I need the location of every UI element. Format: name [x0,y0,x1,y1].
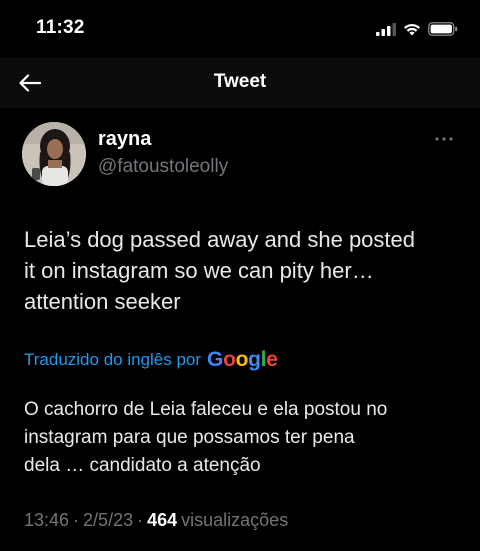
author-handle[interactable]: @fatoustoleolly [98,156,228,178]
meta-separator: · [73,510,80,530]
google-logo-o2: o [235,348,249,371]
cellular-signal-icon [376,22,396,36]
avatar[interactable] [22,122,86,186]
tweet-date[interactable]: 2/5/23 [83,510,133,531]
views-label: visualizações [181,510,289,530]
google-logo-g1: G [207,348,224,371]
translation-attribution[interactable]: Traduzido do inglês por Google [24,348,278,372]
battery-icon [428,22,458,36]
status-bar: 11:32 [0,0,480,58]
views-count: 464 [147,510,178,530]
translated-text: O cachorro de Leia faleceu e ela postou … [24,399,388,476]
tweet: rayna @fatoustoleolly Leia’s dog passed … [0,108,480,551]
navigation-bar: Tweet [0,58,480,108]
tweet-text: Leia’s dog passed away and she posted it… [24,227,415,314]
more-dots-icon [435,137,453,141]
google-logo: Google [207,348,278,372]
author-display-name[interactable]: rayna [98,128,151,151]
status-time: 11:32 [36,17,85,38]
avatar-image [22,122,86,186]
google-logo-o1: o [223,348,236,371]
status-icons [376,20,458,38]
google-logo-e: e [266,348,278,371]
page-title: Tweet [213,71,267,92]
meta-separator: · [137,510,144,530]
wifi-icon [404,23,420,35]
google-logo-g2: g [248,348,261,371]
translation-label: Traduzido do inglês por [24,350,202,369]
tweet-metadata: 13:46 · 2/5/23 · 464 visualizações [24,510,288,531]
more-options-button[interactable] [430,132,458,146]
tweet-time[interactable]: 13:46 [24,510,69,531]
